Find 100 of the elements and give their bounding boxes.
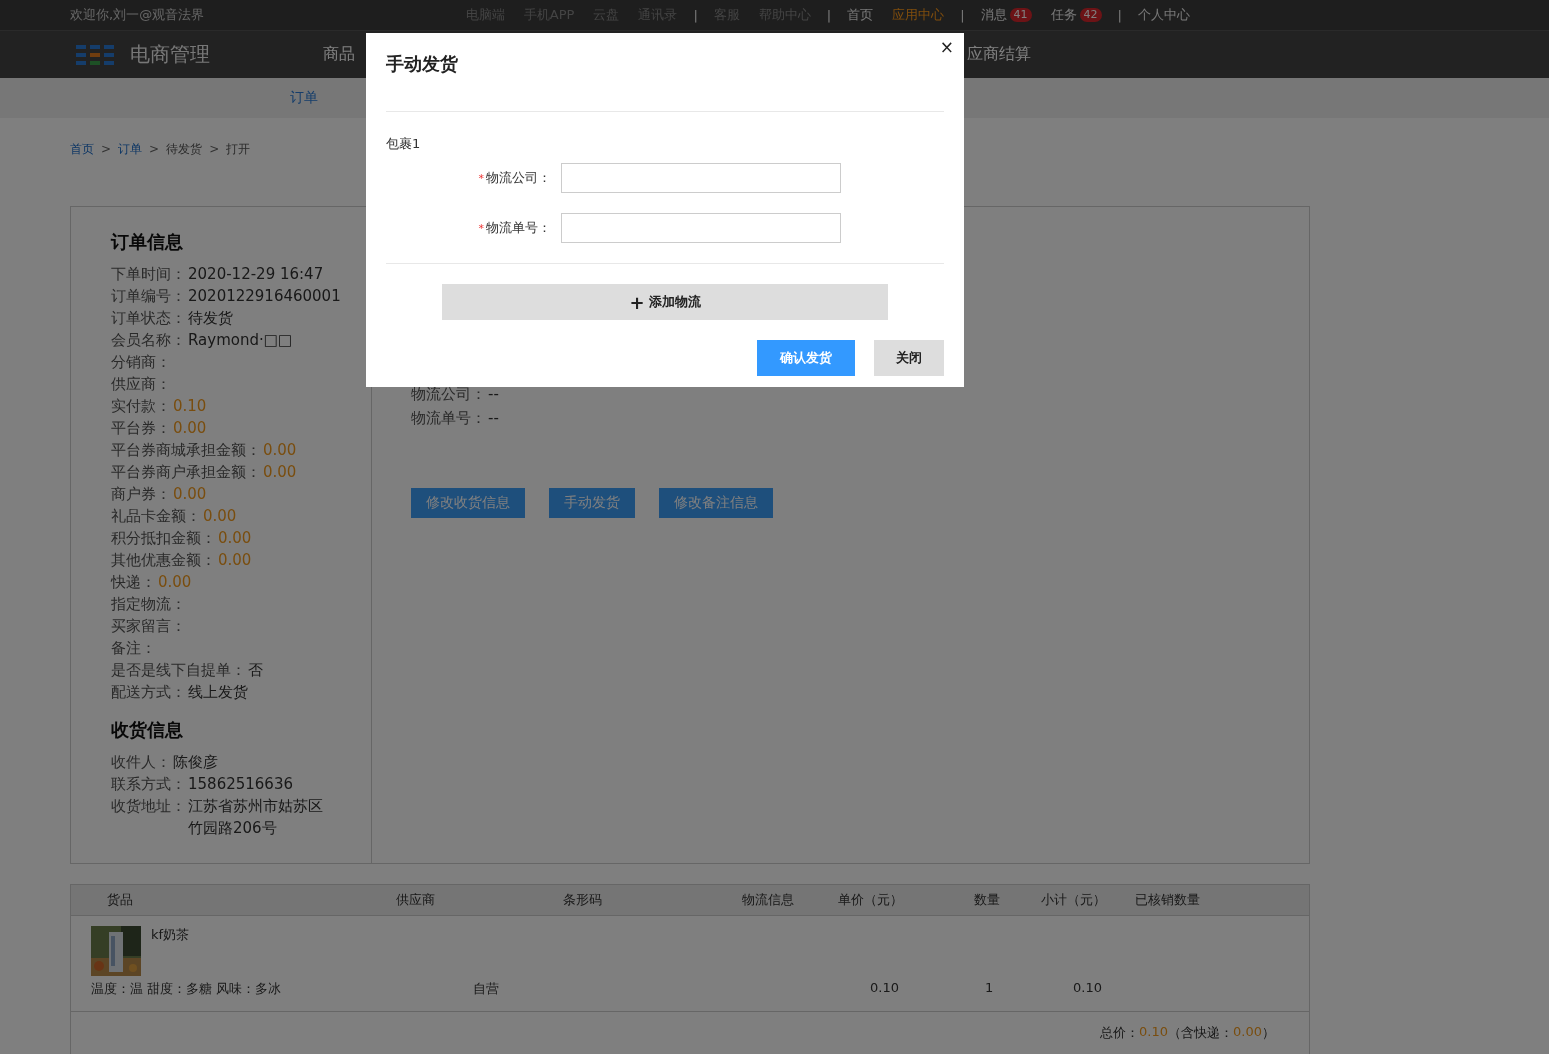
field-value: Raymond·□□: [188, 330, 293, 351]
column-header: 已核销数量: [1135, 891, 1201, 909]
field-value: 0.00: [173, 484, 207, 505]
field-label: 礼品卡金额：: [111, 506, 201, 527]
required-mark: *: [478, 172, 484, 185]
column-header: 单价（元）: [838, 891, 904, 909]
field-label: 订单编号：: [111, 286, 186, 307]
nav-item[interactable]: 应商结算: [967, 44, 1031, 65]
field-label: 商户券：: [111, 484, 171, 505]
column-header: 物流信息: [742, 891, 795, 909]
column-header: 供应商: [396, 891, 436, 909]
field-value: 线上发货: [188, 682, 248, 703]
sub-nav-tab[interactable]: 订单: [290, 89, 318, 107]
logistics-company-label: 物流公司：: [411, 384, 486, 405]
field-label: 平台券：: [111, 418, 171, 439]
breadcrumb-link[interactable]: 首页: [70, 140, 94, 158]
field-label: 下单时间：: [111, 264, 186, 285]
field-label: 分销商：: [111, 352, 171, 373]
input-field[interactable]: [561, 213, 841, 243]
field-label: 其他优惠金额：: [111, 550, 216, 571]
field-label: 实付款：: [111, 396, 171, 417]
top-link[interactable]: 消息 41: [980, 6, 1032, 24]
plus-icon: +: [629, 291, 645, 313]
field-label: 配送方式：: [111, 682, 186, 703]
shipping-label: （含快递：: [1168, 1024, 1234, 1042]
total-label: 总价：: [1100, 1024, 1140, 1042]
separator: |: [693, 7, 698, 23]
section-title: 收货信息: [111, 718, 184, 742]
field-label: 订单状态：: [111, 308, 186, 329]
product-specs: 温度：温 甜度：多糖 风味：多冰: [91, 980, 283, 998]
field-value: 0.00: [158, 572, 192, 593]
field-label: 积分抵扣金额：: [111, 528, 216, 549]
column-header: 小计（元）: [1041, 891, 1107, 909]
field-label: 会员名称：: [111, 330, 186, 351]
top-link[interactable]: 个人中心: [1138, 6, 1190, 24]
field-value: 0.10: [173, 396, 207, 417]
field-value: 0.00: [263, 440, 297, 461]
action-button[interactable]: 修改备注信息: [659, 488, 773, 518]
field-label: 收货地址：: [111, 796, 186, 817]
field-label: 收件人：: [111, 752, 171, 773]
table-cell-text: 1: [985, 980, 995, 997]
field-value: 2020-12-29 16:47: [188, 264, 324, 285]
nav-item[interactable]: 商品: [323, 44, 355, 65]
separator: |: [1117, 7, 1122, 23]
field-label: 联系方式：: [111, 774, 186, 795]
separator: |: [960, 7, 965, 23]
field-label: 是否是线下自提单：: [111, 660, 246, 681]
section-title: 订单信息: [111, 230, 184, 254]
field-value: 否: [248, 660, 263, 681]
close-dialog-button[interactable]: 关闭: [874, 340, 944, 376]
app-name: 电商管理: [130, 41, 210, 68]
top-link[interactable]: 首页: [847, 6, 874, 24]
field-label: 平台券商城承担金额：: [111, 440, 261, 461]
field-value: 0.00: [218, 550, 252, 571]
logistics-company-value: --: [488, 384, 499, 405]
field-value: 江苏省苏州市姑苏区竹园路206号: [188, 796, 324, 839]
shipping-value: 0.00: [1233, 1024, 1262, 1041]
field-label: 指定物流：: [111, 594, 186, 615]
field-value: 15862516636: [188, 774, 293, 795]
action-button[interactable]: 手动发货: [549, 488, 635, 518]
field-label: 买家留言：: [111, 616, 186, 637]
count-badge: 42: [1079, 8, 1102, 22]
field-value: 陈俊彦: [173, 752, 218, 773]
table-cell-text: 0.10: [1073, 980, 1103, 997]
breadcrumb-separator: >: [149, 142, 160, 156]
input-field[interactable]: [561, 163, 841, 193]
table-cell-text: 0.10: [870, 980, 900, 997]
tracking-number-label: 物流单号：: [411, 408, 486, 429]
field-label: *物流单号：: [477, 219, 552, 237]
column-header: 条形码: [563, 891, 603, 909]
confirm-button[interactable]: 确认发货: [757, 340, 855, 376]
separator: |: [826, 7, 832, 23]
add-logistics-button[interactable]: + 添加物流: [442, 284, 888, 320]
column-header: 货品: [107, 891, 134, 909]
breadcrumb-text: 打开: [226, 140, 251, 158]
logo-icon: [76, 43, 114, 66]
field-label: 供应商：: [111, 374, 171, 395]
field-value: 待发货: [188, 308, 233, 329]
field-value: 0.00: [218, 528, 252, 549]
field-label: 平台券商户承担金额：: [111, 462, 261, 483]
top-link[interactable]: 任务 42: [1050, 6, 1102, 24]
top-link[interactable]: 应用中心: [892, 6, 945, 24]
field-label: 备注：: [111, 638, 156, 659]
field-value: 0.00: [263, 462, 297, 483]
total-value: 0.10: [1139, 1024, 1169, 1041]
breadcrumb-link[interactable]: 订单: [118, 140, 143, 158]
table-cell-text: 自营: [473, 980, 500, 998]
closing-paren: ）: [1262, 1024, 1275, 1042]
tracking-number-value: --: [488, 408, 499, 429]
field-value: 0.00: [173, 418, 207, 439]
required-mark: *: [478, 222, 484, 235]
product-name: kf奶茶: [151, 926, 190, 944]
field-value: 2020122916460001: [188, 286, 341, 307]
package-title: 包裹1: [386, 135, 422, 153]
count-badge: 41: [1009, 8, 1032, 22]
field-value: 0.00: [203, 506, 237, 527]
action-button[interactable]: 修改收货信息: [411, 488, 525, 518]
field-label: 快递：: [111, 572, 156, 593]
breadcrumb-text: 待发货: [166, 140, 203, 158]
column-header: 数量: [974, 891, 1001, 909]
